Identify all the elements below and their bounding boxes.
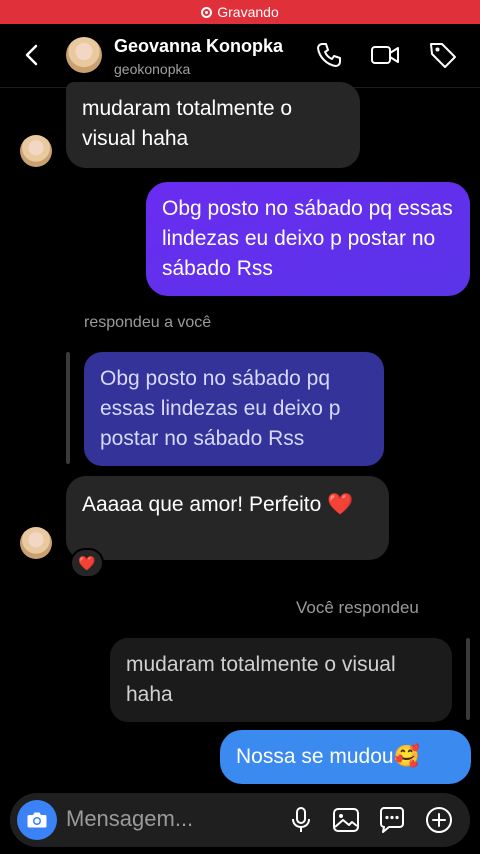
contact-name[interactable]: Geovanna Konopka [114,36,283,57]
quoted-message[interactable]: mudaram totalmente o visual haha [110,638,452,722]
you-replied-label: Você respondeu [296,598,419,617]
message-composer: Mensagem... [10,793,470,847]
chat-header: Geovanna Konopka geokonopka [0,24,480,88]
recording-label: Gravando [217,4,279,20]
contact-avatar[interactable] [20,527,52,559]
gallery-icon[interactable] [331,805,361,835]
add-icon[interactable] [424,805,454,835]
quoted-text: mudaram totalmente o visual haha [126,653,396,706]
sent-message[interactable]: Nossa se mudou🥰 [220,730,471,784]
received-message[interactable]: Aaaaa que amor! Perfeito ❤️ [66,476,389,560]
record-icon [201,6,213,18]
quote-bar [66,352,70,464]
sticker-icon[interactable] [377,805,407,835]
message-text: Obg posto no sábado pq essas lindezas eu… [162,197,453,280]
camera-button[interactable] [17,800,57,840]
camera-icon [27,812,47,828]
quote-bar [466,638,470,720]
back-icon[interactable] [20,42,46,68]
message-text: mudaram totalmente o visual haha [82,97,293,150]
message-text: Nossa se mudou🥰 [236,745,420,768]
video-call-icon[interactable] [370,40,400,70]
received-message[interactable]: mudaram totalmente o visual haha [66,82,360,168]
heart-reaction[interactable]: ❤️ [70,548,104,578]
tag-icon[interactable] [428,40,458,70]
recording-bar: Gravando [0,0,480,24]
microphone-icon[interactable] [286,805,316,835]
phone-icon[interactable] [314,40,344,70]
reply-label: respondeu a você [84,314,212,331]
contact-avatar[interactable] [20,135,52,167]
message-input[interactable]: Mensagem... [66,806,193,832]
quoted-text: Obg posto no sábado pq essas lindezas eu… [100,367,341,450]
avatar[interactable] [66,37,102,73]
heart-icon: ❤️ [78,554,96,571]
message-text: Aaaaa que amor! Perfeito ❤️ [82,493,354,516]
quoted-message[interactable]: Obg posto no sábado pq essas lindezas eu… [84,352,384,466]
sent-message[interactable]: Obg posto no sábado pq essas lindezas eu… [146,182,470,296]
contact-handle[interactable]: geokonopka [114,61,190,77]
